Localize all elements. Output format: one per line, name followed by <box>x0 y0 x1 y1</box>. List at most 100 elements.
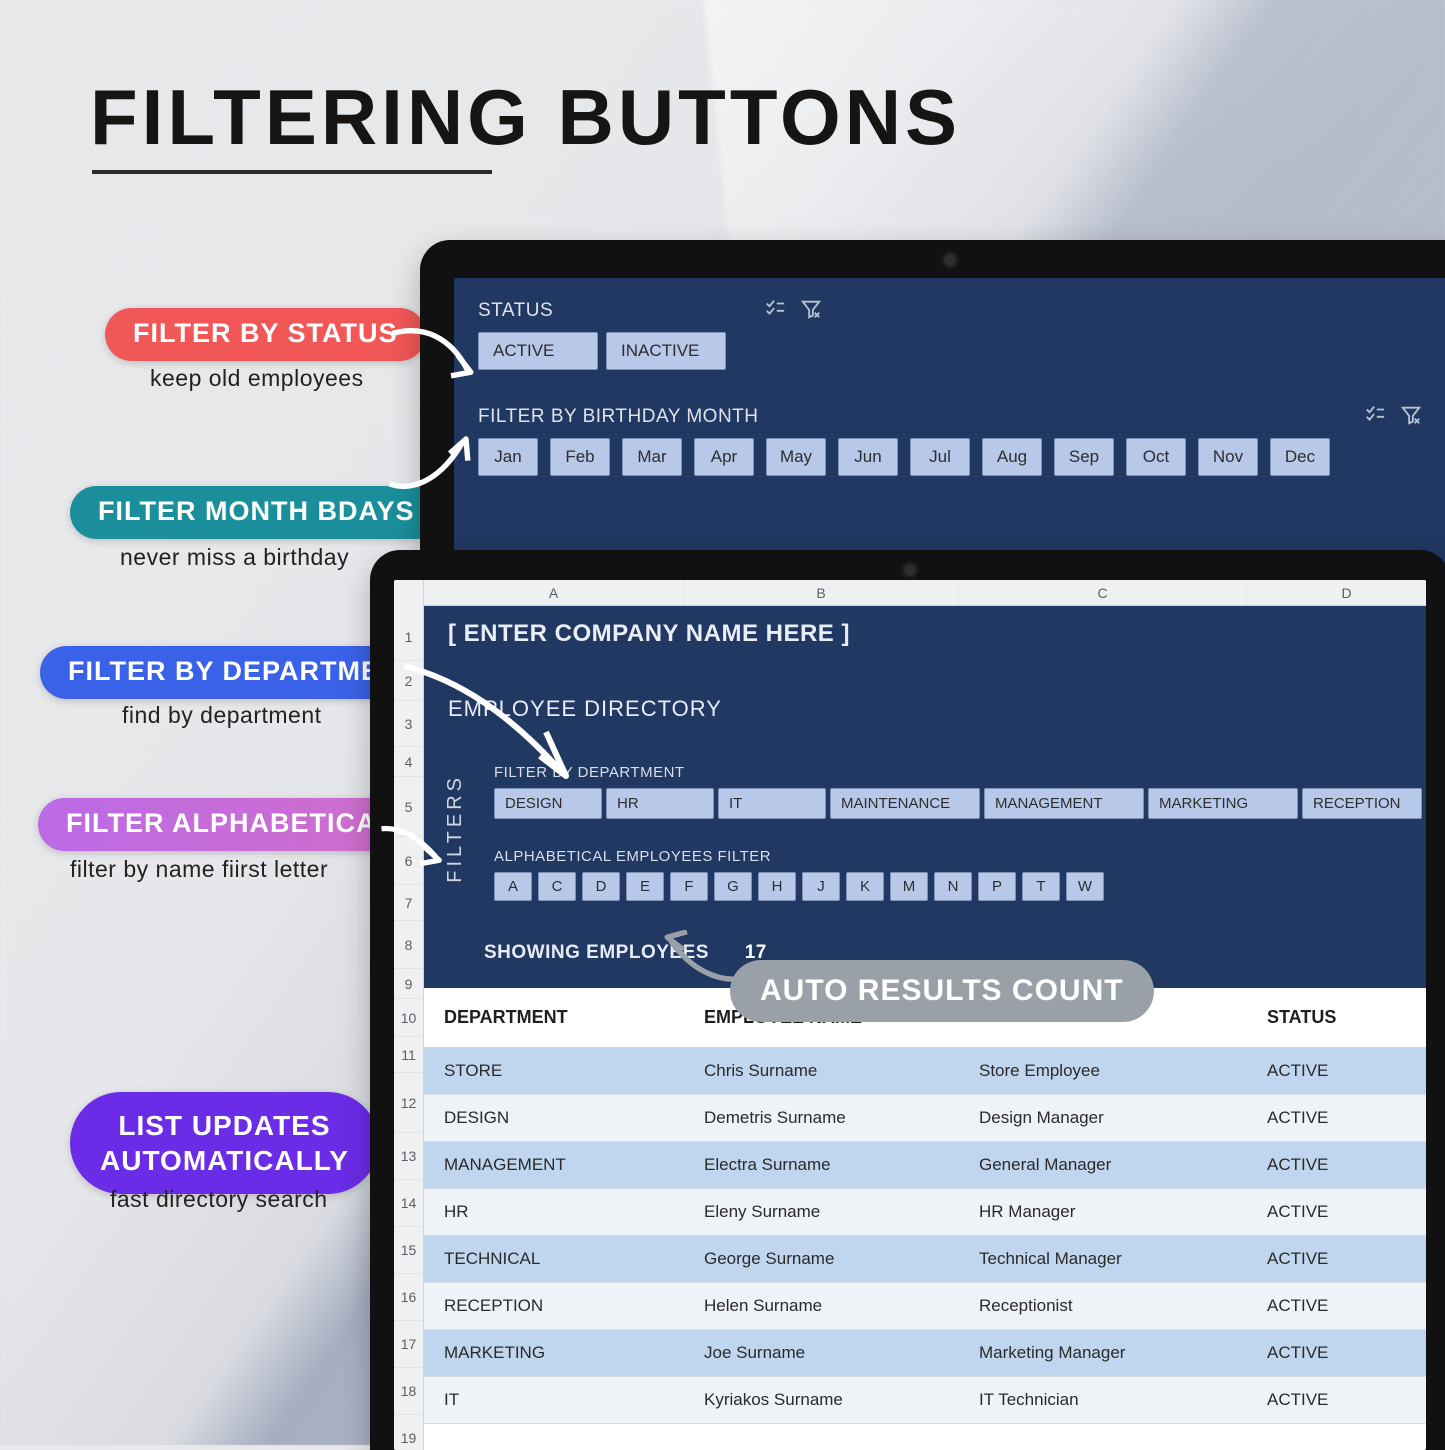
department-chip[interactable]: DESIGN <box>494 788 602 819</box>
alpha-chip[interactable]: A <box>494 872 532 901</box>
row-number[interactable]: 15 <box>394 1227 423 1274</box>
row-number[interactable]: 16 <box>394 1274 423 1321</box>
department-chip[interactable]: MANAGEMENT <box>984 788 1144 819</box>
row-number[interactable]: 1 <box>394 613 423 661</box>
table-header-cell[interactable]: DEPARTMENT <box>432 1007 692 1028</box>
table-cell: HR Manager <box>967 1202 1255 1222</box>
month-chip[interactable]: Oct <box>1126 438 1186 476</box>
department-chip[interactable]: MAINTENANCE <box>830 788 980 819</box>
table-row[interactable]: TECHNICALGeorge SurnameTechnical Manager… <box>424 1236 1426 1283</box>
table-row[interactable]: ITKyriakos SurnameIT TechnicianACTIVE <box>424 1377 1426 1424</box>
alpha-chip[interactable]: J <box>802 872 840 901</box>
table-cell: ACTIVE <box>1255 1202 1426 1222</box>
table-row[interactable]: MANAGEMENTElectra SurnameGeneral Manager… <box>424 1142 1426 1189</box>
table-cell: Store Employee <box>967 1061 1255 1081</box>
month-chip[interactable]: Jul <box>910 438 970 476</box>
table-cell: Marketing Manager <box>967 1343 1255 1363</box>
month-chip[interactable]: Dec <box>1270 438 1330 476</box>
alpha-chip[interactable]: E <box>626 872 664 901</box>
alpha-chip[interactable]: K <box>846 872 884 901</box>
device-back: STATUS ACTIVEINACTIVE FILTER BY BIRTHDAY… <box>420 240 1445 580</box>
alpha-chip[interactable]: F <box>670 872 708 901</box>
clear-filter-icon[interactable] <box>1400 404 1422 431</box>
alpha-chip[interactable]: M <box>890 872 928 901</box>
month-chip[interactable]: May <box>766 438 826 476</box>
alpha-chip[interactable]: T <box>1022 872 1060 901</box>
alpha-chip[interactable]: H <box>758 872 796 901</box>
camera-dot <box>904 564 916 576</box>
table-cell: ACTIVE <box>1255 1155 1426 1175</box>
table-cell: MARKETING <box>432 1343 692 1363</box>
table-cell: George Surname <box>692 1249 967 1269</box>
bday-slicer-title: FILTER BY BIRTHDAY MONTH <box>478 406 1422 428</box>
callout-auto-update-sub: fast directory search <box>110 1186 328 1213</box>
page-title: FILTERING BUTTONS <box>90 72 961 163</box>
table-cell: IT <box>432 1390 692 1410</box>
status-chip[interactable]: INACTIVE <box>606 332 726 370</box>
month-chip[interactable]: Feb <box>550 438 610 476</box>
month-chip[interactable]: Sep <box>1054 438 1114 476</box>
row-number[interactable]: 17 <box>394 1321 423 1368</box>
company-placeholder[interactable]: [ ENTER COMPANY NAME HERE ] <box>448 620 850 648</box>
alpha-chip[interactable]: W <box>1066 872 1104 901</box>
callout-filter-alpha-sub: filter by name fiirst letter <box>70 856 328 883</box>
alpha-chip[interactable]: G <box>714 872 752 901</box>
table-cell: RECEPTION <box>432 1296 692 1316</box>
table-body: STOREChris SurnameStore EmployeeACTIVEDE… <box>424 1048 1426 1424</box>
multiselect-icon[interactable] <box>764 298 786 325</box>
alpha-chip[interactable]: P <box>978 872 1016 901</box>
row-number[interactable]: 12 <box>394 1073 423 1133</box>
department-chip[interactable]: HR <box>606 788 714 819</box>
table-cell: ACTIVE <box>1255 1343 1426 1363</box>
table-cell: HR <box>432 1202 692 1222</box>
table-cell: TECHNICAL <box>432 1249 692 1269</box>
table-cell: Design Manager <box>967 1108 1255 1128</box>
table-cell: ACTIVE <box>1255 1296 1426 1316</box>
row-number[interactable]: 11 <box>394 1037 423 1073</box>
table-row[interactable]: DESIGNDemetris SurnameDesign ManagerACTI… <box>424 1095 1426 1142</box>
callout-filter-status: FILTER BY STATUS <box>105 308 426 361</box>
multiselect-icon[interactable] <box>1364 404 1386 431</box>
table-cell: Receptionist <box>967 1296 1255 1316</box>
table-cell: ACTIVE <box>1255 1249 1426 1269</box>
month-chip[interactable]: Nov <box>1198 438 1258 476</box>
row-number[interactable]: 18 <box>394 1368 423 1415</box>
row-number[interactable]: 7 <box>394 885 423 921</box>
row-number[interactable]: 9 <box>394 969 423 999</box>
callout-auto-results: AUTO RESULTS COUNT <box>730 960 1154 1022</box>
department-chip[interactable]: IT <box>718 788 826 819</box>
callout-filter-bdays-sub: never miss a birthday <box>120 544 349 571</box>
month-chip[interactable]: Aug <box>982 438 1042 476</box>
alpha-chip[interactable]: C <box>538 872 576 901</box>
table-cell: ACTIVE <box>1255 1061 1426 1081</box>
table-row[interactable]: RECEPTIONHelen SurnameReceptionistACTIVE <box>424 1283 1426 1330</box>
row-number[interactable]: 10 <box>394 999 423 1037</box>
month-chip[interactable]: Mar <box>622 438 682 476</box>
clear-filter-icon[interactable] <box>800 298 822 325</box>
table-row[interactable]: STOREChris SurnameStore EmployeeACTIVE <box>424 1048 1426 1095</box>
table-cell: Joe Surname <box>692 1343 967 1363</box>
table-cell: ACTIVE <box>1255 1390 1426 1410</box>
status-chip[interactable]: ACTIVE <box>478 332 598 370</box>
month-chip[interactable]: Jun <box>838 438 898 476</box>
alpha-chip[interactable]: N <box>934 872 972 901</box>
row-number[interactable]: 14 <box>394 1180 423 1227</box>
month-chip[interactable]: Apr <box>694 438 754 476</box>
title-underline <box>92 170 492 174</box>
table-cell: Technical Manager <box>967 1249 1255 1269</box>
table-header-cell[interactable]: STATUS <box>1255 1007 1426 1028</box>
row-number[interactable]: 8 <box>394 921 423 969</box>
table-cell: MANAGEMENT <box>432 1155 692 1175</box>
alpha-slicer-title: ALPHABETICAL EMPLOYEES FILTER <box>494 848 771 865</box>
callout-auto-update-l1: LIST UPDATES <box>118 1110 330 1141</box>
department-chip[interactable]: MARKETING <box>1148 788 1298 819</box>
department-chip[interactable]: RECEPTION <box>1302 788 1422 819</box>
row-number[interactable]: 13 <box>394 1133 423 1180</box>
table-row[interactable]: MARKETINGJoe SurnameMarketing ManagerACT… <box>424 1330 1426 1377</box>
callout-auto-update-l2: AUTOMATICALLY <box>100 1145 349 1176</box>
alpha-chip[interactable]: D <box>582 872 620 901</box>
table-row[interactable]: HREleny SurnameHR ManagerACTIVE <box>424 1189 1426 1236</box>
callout-filter-dept-sub: find by department <box>122 702 322 729</box>
table-cell: Electra Surname <box>692 1155 967 1175</box>
month-chip[interactable]: Jan <box>478 438 538 476</box>
